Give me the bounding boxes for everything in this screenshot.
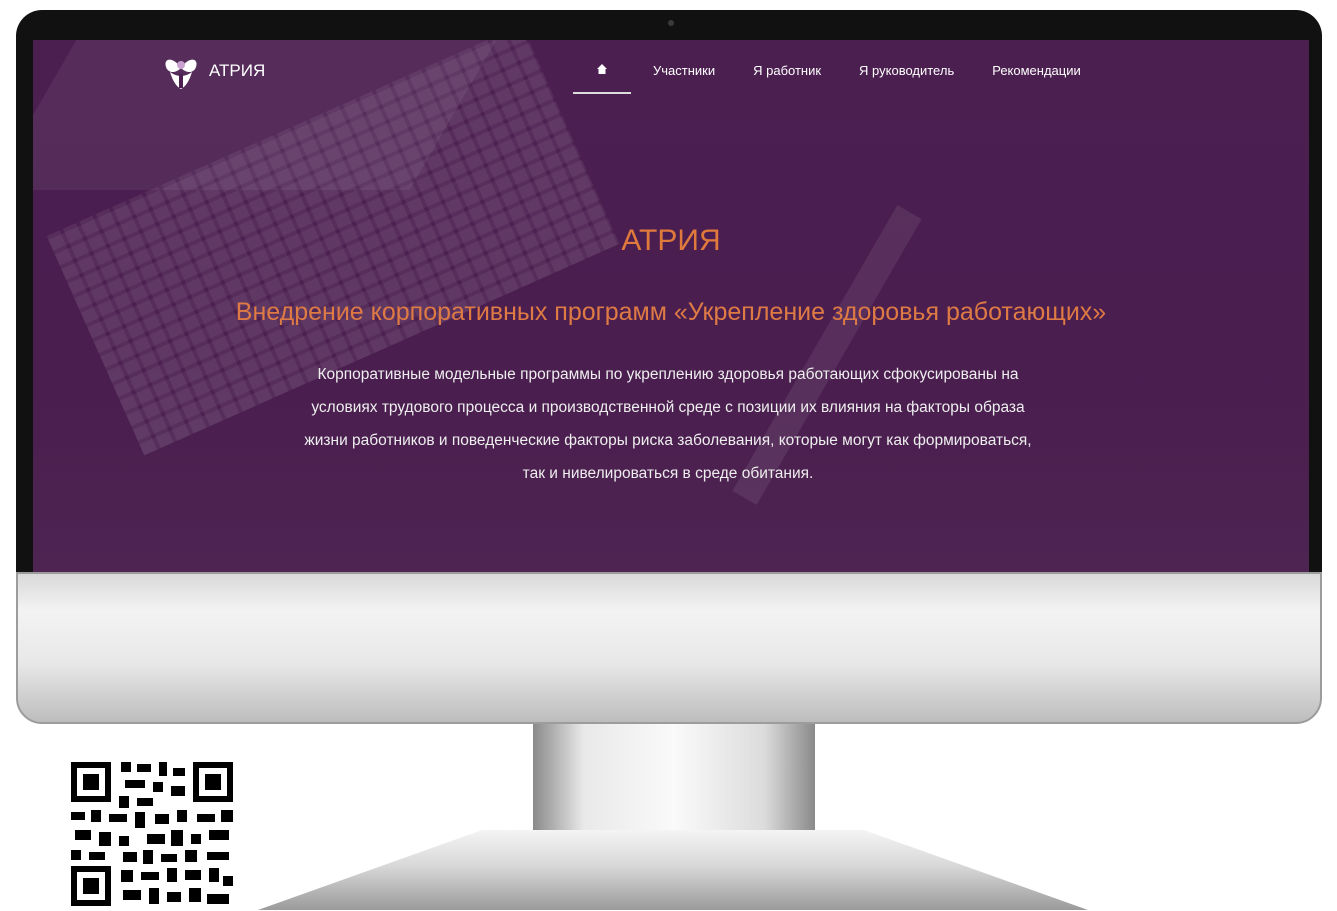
- hero-description: Корпоративные модельные программы по укр…: [304, 366, 1032, 482]
- nav-home[interactable]: [573, 63, 631, 94]
- home-icon: [597, 63, 607, 74]
- navbar: АТРИЯ Участники Я работник Я руководител…: [33, 40, 1309, 100]
- nav-manager[interactable]: Я руководитель: [859, 63, 954, 78]
- monitor-stand-base: [258, 830, 1088, 910]
- main-nav: Участники Я работник Я руководитель Реко…: [573, 40, 1119, 100]
- nav-recommendations[interactable]: Рекомендации: [992, 63, 1081, 78]
- hero-subtitle: Внедрение корпоративных программ «Укрепл…: [235, 298, 1107, 326]
- monitor-chin: [16, 572, 1322, 724]
- site-logo[interactable]: АТРИЯ: [163, 52, 265, 90]
- nav-participants[interactable]: Участники: [653, 63, 715, 78]
- qr-code[interactable]: [67, 758, 237, 910]
- website-screen: АТРИЯ Участники Я работник Я руководител…: [33, 40, 1309, 572]
- nav-employee[interactable]: Я работник: [753, 63, 821, 78]
- monitor-stand-neck: [533, 724, 815, 834]
- hero-title: АТРИЯ: [621, 224, 721, 257]
- brand-name: АТРИЯ: [209, 61, 266, 80]
- atriya-logo-icon: [165, 59, 197, 89]
- webcam-icon: [668, 20, 674, 26]
